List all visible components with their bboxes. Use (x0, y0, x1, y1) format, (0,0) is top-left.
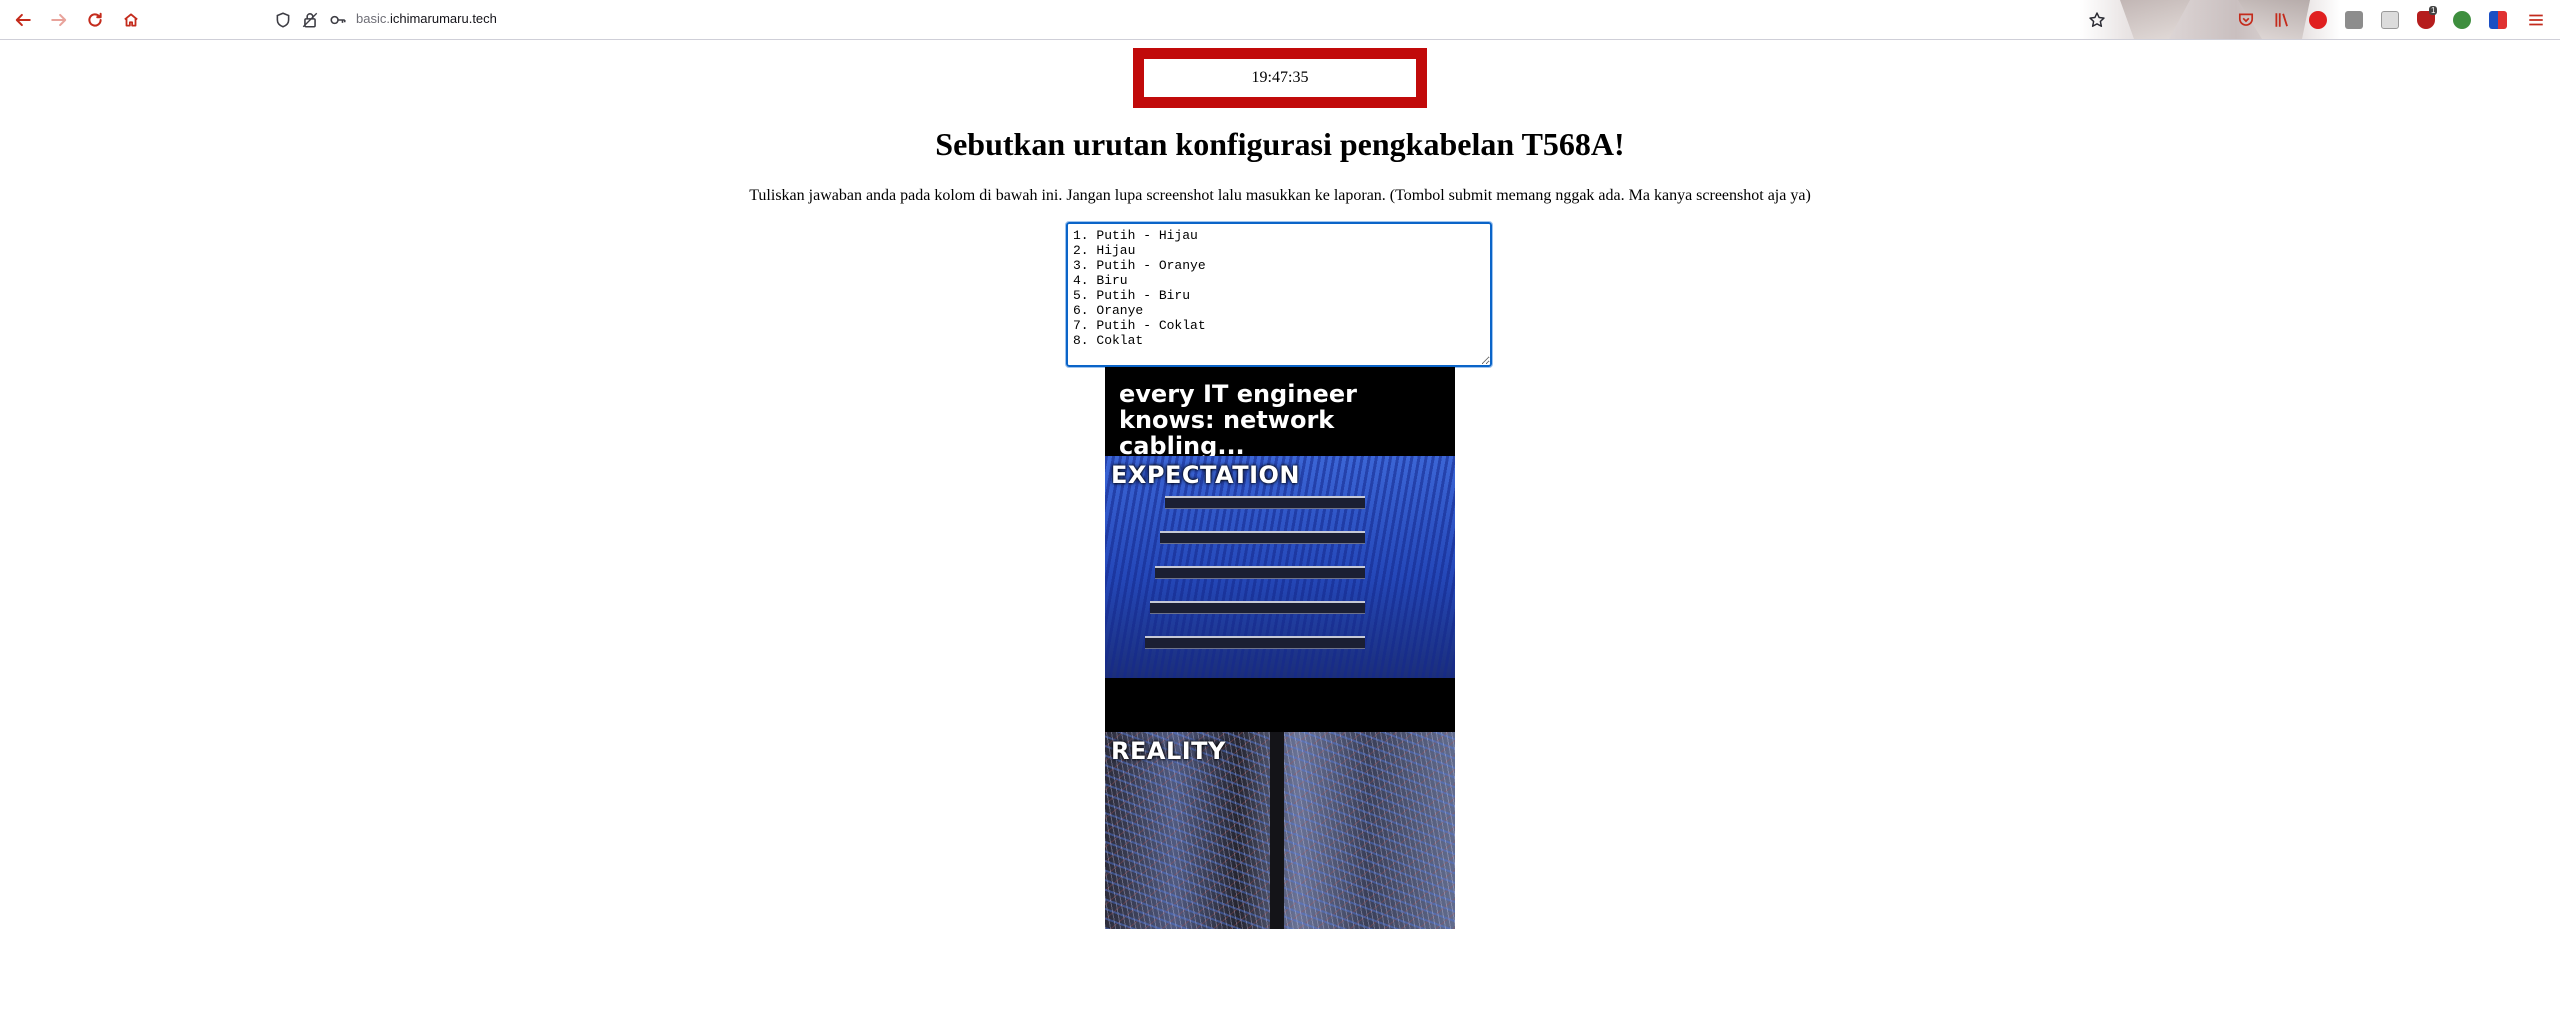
library-icon[interactable] (2270, 8, 2294, 32)
key-icon[interactable] (326, 8, 350, 32)
menu-icon[interactable] (2524, 8, 2548, 32)
lock-icon[interactable] (298, 8, 322, 32)
url-domain: ichimarumaru.tech (389, 11, 497, 26)
extension-f-icon[interactable] (2309, 11, 2327, 29)
url-bar[interactable]: basic.ichimarumaru.tech (356, 11, 497, 26)
clock-frame: 19:47:35 (1133, 48, 1427, 108)
extension-gray-icon[interactable] (2345, 11, 2363, 29)
meme-image: every IT engineer knows: network cabling… (1105, 367, 1455, 929)
theme-background-image (2080, 0, 2340, 39)
pocket-icon[interactable] (2234, 8, 2258, 32)
bookmark-star-icon[interactable] (2085, 8, 2109, 32)
clock-display: 19:47:35 (1144, 59, 1416, 97)
page-title: Sebutkan urutan konfigurasi pengkabelan … (935, 126, 1625, 162)
reload-icon[interactable] (83, 8, 107, 32)
reality-label: REALITY (1111, 737, 1226, 765)
extension-s-icon[interactable] (2381, 11, 2399, 29)
extension-green-icon[interactable] (2453, 11, 2471, 29)
home-icon[interactable] (119, 8, 143, 32)
expectation-photo (1105, 456, 1455, 678)
extension-badge: 1 (2429, 6, 2438, 15)
expectation-label: EXPECTATION (1111, 461, 1301, 489)
back-arrow-icon[interactable] (11, 8, 35, 32)
url-prefix: basic. (356, 11, 390, 26)
shield-icon[interactable] (271, 8, 295, 32)
meme-caption: every IT engineer knows: network cabling… (1119, 380, 1357, 460)
answer-textarea[interactable] (1065, 221, 1493, 368)
browser-toolbar: basic.ichimarumaru.tech 1 (0, 0, 2560, 40)
forward-arrow-icon[interactable] (47, 8, 71, 32)
extension-split-icon[interactable] (2489, 11, 2507, 29)
instruction-text: Tuliskan jawaban anda pada kolom di bawa… (749, 187, 1811, 204)
